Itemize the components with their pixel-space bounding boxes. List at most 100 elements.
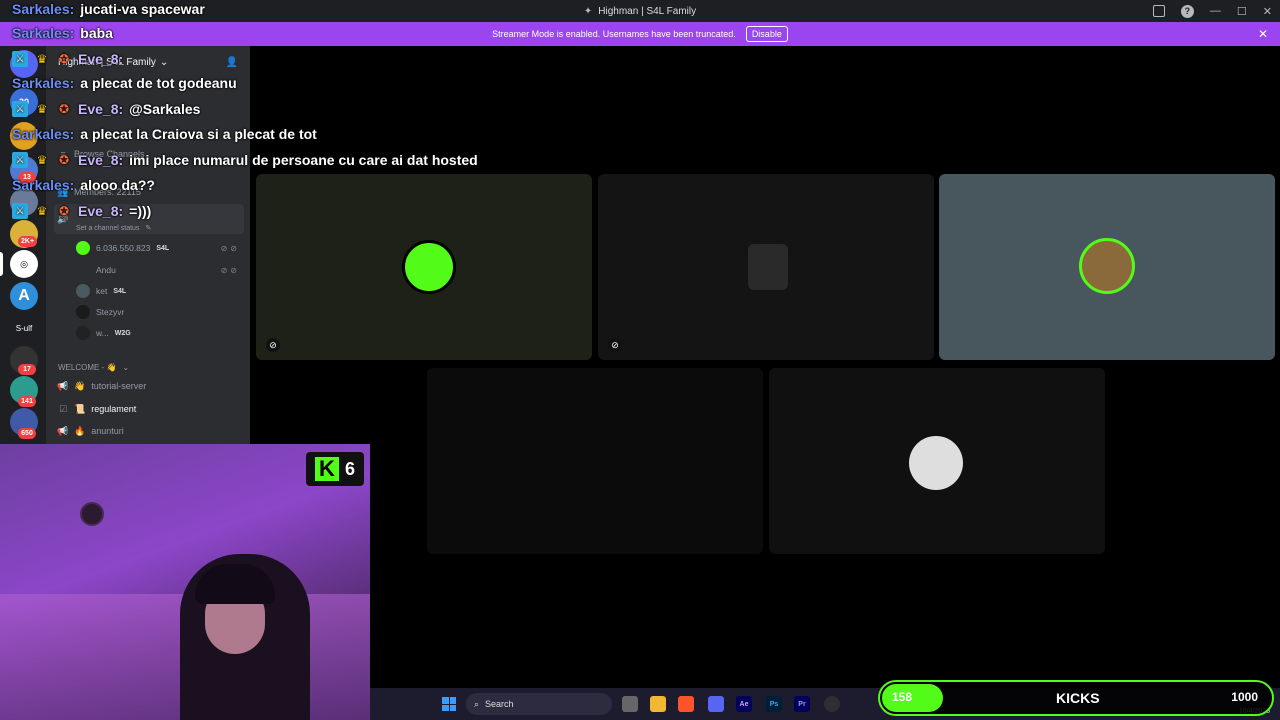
browse-channels[interactable]: ≡ Browse Channels	[54, 144, 244, 164]
muted-icon: ⊘	[608, 338, 622, 352]
rules-icon: ☑	[58, 403, 68, 414]
video-tile[interactable]	[769, 368, 1105, 554]
server-rail: 30 13 2K+ ◎ A S-ulf 17 141 650	[0, 46, 46, 444]
search-icon: ⌕	[474, 698, 480, 709]
window-title: ✦ Highman | S4L Family	[584, 6, 696, 17]
channel-emoji: 👋	[74, 380, 86, 391]
obs-icon[interactable]	[824, 696, 840, 712]
server-icon-8[interactable]: A	[10, 282, 38, 310]
channel-name: anunturi	[91, 426, 124, 436]
server-icon-2[interactable]: 30	[10, 88, 38, 116]
avatar	[76, 241, 90, 255]
channel-name: regulament	[91, 404, 137, 414]
server-icon-5[interactable]	[10, 188, 38, 216]
chevron-down-icon: ⌄	[122, 362, 130, 372]
banner-text: Streamer Mode is enabled. Usernames have…	[492, 29, 736, 39]
task-view-icon[interactable]	[622, 696, 638, 712]
server-icon-7[interactable]: ◎	[10, 250, 38, 278]
announcement-icon: 📢	[57, 425, 69, 436]
pencil-icon: ✎	[145, 225, 152, 232]
file-explorer-icon[interactable]	[650, 696, 666, 712]
channel-name: tutorial-server	[91, 381, 147, 391]
category-label: WELCOME - 👋	[58, 362, 117, 372]
member-name: 6.036.550.823	[96, 243, 151, 253]
avatar	[76, 305, 90, 319]
avatar	[76, 326, 90, 340]
after-effects-icon[interactable]: Ae	[736, 696, 752, 712]
server-icon: ✦	[583, 5, 593, 17]
server-icon-3[interactable]	[10, 122, 38, 150]
muted-deafened-icon: ⊘⊘	[220, 265, 240, 275]
voice-member[interactable]: w... W2G	[76, 323, 240, 343]
avatar	[748, 244, 788, 290]
brave-browser-icon[interactable]	[678, 696, 694, 712]
avatar	[1079, 238, 1135, 294]
chevron-down-icon: ⌄	[159, 56, 169, 68]
close-icon[interactable]: ✕	[1263, 5, 1272, 18]
announcement-icon: 📢	[57, 380, 69, 391]
taskbar-search[interactable]: ⌕ Search	[466, 693, 612, 715]
voice-grid: ⊘ ⊘	[250, 46, 1280, 688]
channel-emoji: 📜	[74, 403, 86, 414]
server-badge-13: 13	[18, 172, 36, 183]
server-name: Highman | S4L Family	[58, 56, 156, 68]
search-placeholder: Search	[485, 699, 514, 709]
avatar	[909, 436, 963, 490]
server-header[interactable]: Highman | S4L Family ⌄ 👤	[46, 46, 250, 78]
voice-member[interactable]: Stezyvr	[76, 302, 240, 322]
member-name: Stezyvr	[96, 307, 125, 317]
kicks-goal-widget: 158 KICKS 1000	[878, 680, 1274, 716]
premiere-icon[interactable]: Pr	[794, 696, 810, 712]
banner-close-icon[interactable]: ✕	[1258, 27, 1268, 41]
kick-viewer-badge: K 6	[306, 452, 364, 486]
voice-member[interactable]: 6.036.550.823 S4L ⊘⊘	[76, 238, 240, 258]
voice-member[interactable]: Andu ⊘⊘	[76, 260, 240, 280]
help-icon[interactable]: ?	[1180, 4, 1194, 18]
speaker-icon: 🔊	[57, 213, 69, 224]
kicks-current: 158	[892, 690, 913, 704]
minimize-icon[interactable]: —	[1210, 5, 1221, 17]
channel-anunturi[interactable]: 📢 🔥 anunturi	[54, 421, 244, 441]
wall-object	[80, 502, 104, 526]
kick-logo-icon: K	[314, 456, 339, 481]
server-badge-650: 650	[18, 428, 36, 439]
maximize-icon[interactable]: ☐	[1237, 5, 1247, 18]
inbox-icon[interactable]	[1152, 5, 1165, 17]
server-icon-1[interactable]	[10, 50, 38, 78]
photoshop-icon[interactable]: Ps	[766, 696, 782, 712]
video-tile[interactable]	[427, 368, 763, 554]
browse-channels-label: Browse Channels	[74, 149, 145, 159]
server-badge-17: 17	[18, 364, 36, 375]
category-welcome[interactable]: WELCOME - 👋 ⌄	[54, 357, 244, 377]
video-tile[interactable]: ⊘	[256, 174, 592, 360]
avatar	[76, 284, 90, 298]
member-tag: S4L	[113, 287, 127, 295]
avatar	[402, 240, 456, 294]
muted-icon: ⊘	[266, 338, 280, 352]
muted-deafened-icon: ⊘⊘	[220, 243, 240, 253]
set-status-text[interactable]: Set a channel status ✎	[76, 218, 240, 238]
members-icon: 👥	[57, 186, 69, 197]
window-title-text: Highman | S4L Family	[598, 5, 697, 17]
channel-regulament[interactable]: ☑ 📜 regulament	[54, 399, 244, 419]
kick-viewer-count: 6	[344, 458, 355, 479]
server-badge-141: 141	[18, 396, 36, 407]
member-name: Andu	[96, 265, 116, 275]
channel-tutorial-server[interactable]: 📢 👋 tutorial-server	[54, 376, 244, 396]
video-tile[interactable]: ⊘	[598, 174, 934, 360]
window-titlebar: ✦ Highman | S4L Family ? — ☐ ✕	[0, 0, 1280, 22]
disable-streamer-mode-button[interactable]: Disable	[745, 26, 788, 42]
kicks-goal: 1000	[1231, 690, 1258, 704]
add-member-icon[interactable]: 👤	[226, 57, 238, 68]
member-tag: W2G	[114, 329, 131, 337]
avatar	[76, 263, 90, 277]
voice-member[interactable]: ket S4L	[76, 281, 240, 301]
members-row[interactable]: 👥 Members: 22115	[54, 182, 244, 202]
server-badge-2k: 2K+	[18, 236, 38, 247]
server-icon-sulf[interactable]: S-ulf	[10, 314, 38, 342]
channel-sidebar: Highman | S4L Family ⌄ 👤 ≡ Browse Channe…	[46, 46, 250, 444]
webcam-feed: K 6	[0, 444, 370, 720]
discord-icon[interactable]	[708, 696, 724, 712]
video-tile[interactable]	[939, 174, 1275, 360]
windows-start-icon[interactable]	[442, 697, 456, 711]
